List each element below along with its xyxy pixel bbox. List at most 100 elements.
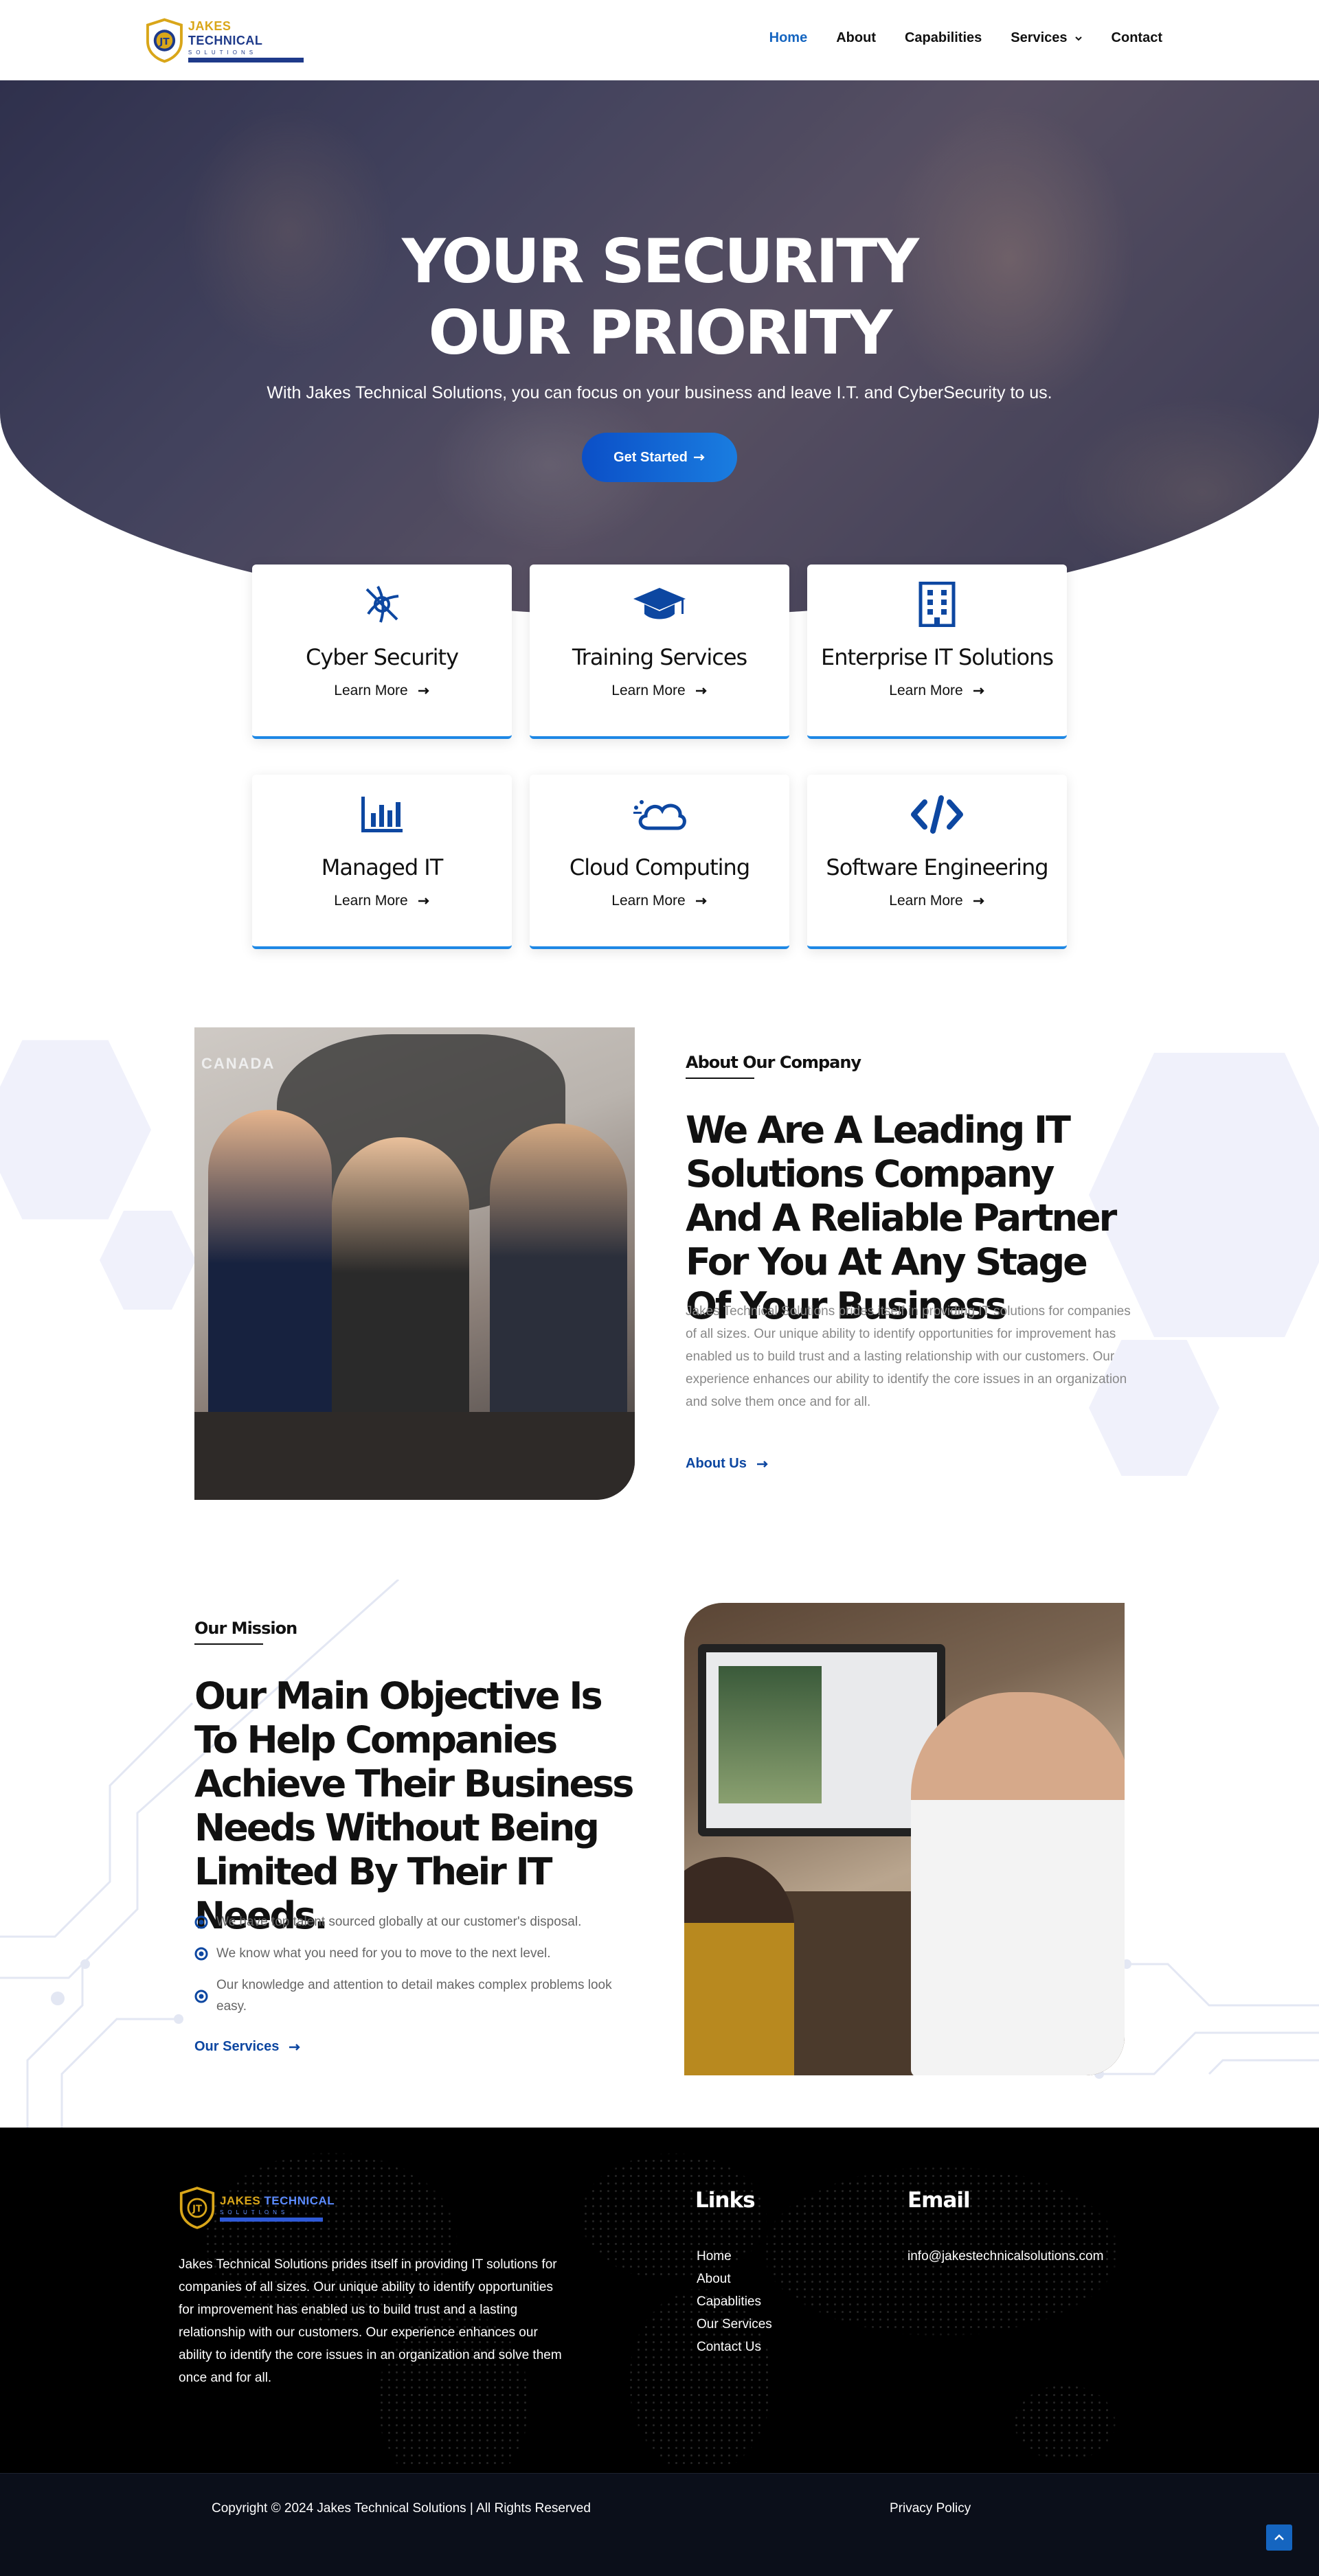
arrow-right-icon [289, 2043, 301, 2051]
copyright-text: Copyright © 2024 Jakes Technical Solutio… [212, 2501, 591, 2516]
footer-link-capabilities[interactable]: Capablities [697, 2290, 772, 2313]
logo-tagline: SOLUTIONS [188, 49, 258, 56]
hero-section: YOUR SECURITY OUR PRIORITY With Jakes Te… [0, 80, 1319, 616]
service-title: Cyber Security [305, 644, 459, 670]
service-title: Managed IT [321, 854, 444, 880]
mission-bullet: Our knowledge and attention to detail ma… [194, 1974, 641, 2017]
mission-bullet-text: We know what you need for you to move to… [216, 1946, 551, 1961]
logo-bar [188, 57, 304, 62]
footer-link-contact[interactable]: Contact Us [697, 2336, 772, 2358]
person-left [684, 1857, 794, 2075]
table [194, 1412, 635, 1500]
footer-link-home[interactable]: Home [697, 2245, 772, 2268]
chevron-up-icon [1274, 2534, 1284, 2540]
hero-title-line-2: OUR PRIORITY [428, 297, 893, 368]
mission-bullet-text: Our knowledge and attention to detail ma… [216, 1978, 612, 2014]
about-eyebrow: About Our Company [686, 1053, 861, 1079]
learn-more-label: Learn More [334, 893, 408, 909]
footer-email-heading: Email [907, 2188, 971, 2213]
service-card-cyber-security[interactable]: Cyber Security Learn More [252, 565, 512, 739]
cyber-icon [354, 577, 409, 632]
arrow-right-icon [418, 898, 429, 904]
site-footer: JT JAKES TECHNICAL SOLUTIONS Jakes Techn… [0, 2128, 1319, 2473]
arrow-right-icon [973, 898, 984, 904]
shield-logo-icon: JT [179, 2187, 215, 2229]
get-started-button[interactable]: Get Started [582, 433, 737, 482]
mission-office-photo [684, 1603, 1125, 2075]
learn-more-label: Learn More [334, 683, 408, 698]
nav-services-label: Services [1011, 30, 1068, 45]
about-us-label: About Us [686, 1456, 747, 1471]
learn-more-label: Learn More [889, 893, 963, 909]
learn-more-link[interactable]: Learn More [889, 683, 984, 699]
arrow-right-icon [756, 1460, 768, 1468]
learn-more-link[interactable]: Learn More [889, 893, 984, 909]
our-services-label: Our Services [194, 2039, 280, 2054]
service-card-software[interactable]: Software Engineering Learn More [807, 775, 1067, 949]
computer-monitor [698, 1644, 945, 1836]
mission-eyebrow: Our Mission [194, 1619, 297, 1645]
person-right [911, 1692, 1125, 2075]
map-label: CANADA [201, 1055, 275, 1072]
footer-logo[interactable]: JT JAKES TECHNICAL SOLUTIONS [179, 2187, 335, 2229]
logo-tagline: SOLUTIONS [220, 2209, 289, 2215]
arrow-right-icon [973, 687, 984, 694]
hero-title-line-1: YOUR SECURITY [401, 226, 919, 297]
logo-word-2: TECHNICAL [188, 33, 263, 47]
nav-services[interactable]: Services [1011, 30, 1082, 46]
our-services-link[interactable]: Our Services [194, 2039, 301, 2055]
arrow-right-icon [695, 898, 707, 904]
arrow-right-icon [693, 454, 705, 461]
footer-email-link[interactable]: info@jakestechnicalsolutions.com [907, 2245, 1103, 2268]
footer-links: Home About Capablities Our Services Cont… [697, 2245, 772, 2358]
hero-title: YOUR SECURITY OUR PRIORITY [0, 226, 1319, 369]
main-nav: Home About Capabilities Services Contact [741, 30, 1162, 46]
about-heading: We Are A Leading IT Solutions Company An… [686, 1108, 1117, 1327]
building-icon [910, 577, 965, 632]
nav-home[interactable]: Home [769, 30, 808, 46]
learn-more-link[interactable]: Learn More [334, 683, 429, 699]
site-header: JT JAKES TECHNICAL SOLUTIONS Home About … [0, 0, 1319, 80]
learn-more-label: Learn More [611, 683, 686, 698]
about-team-photo: CANADA [194, 1027, 635, 1500]
arrow-right-icon [418, 687, 429, 694]
learn-more-link[interactable]: Learn More [334, 893, 429, 909]
svg-text:JT: JT [192, 2204, 202, 2215]
logo-word-1: JAKES [188, 19, 232, 33]
nav-capabilities[interactable]: Capabilities [905, 30, 982, 46]
logo-bar [220, 2218, 323, 2222]
mission-heading: Our Main Objective Is To Help Companies … [194, 1674, 634, 1937]
service-card-enterprise[interactable]: Enterprise IT Solutions Learn More [807, 565, 1067, 739]
privacy-policy-link[interactable]: Privacy Policy [890, 2501, 971, 2516]
service-title: Enterprise IT Solutions [821, 644, 1054, 670]
code-icon [910, 787, 965, 842]
mission-bullet: We have top talent sourced globally at o… [194, 1911, 641, 1933]
service-title: Software Engineering [826, 854, 1048, 880]
service-card-training[interactable]: Training Services Learn More [530, 565, 789, 739]
footer-link-about[interactable]: About [697, 2268, 772, 2290]
footer-links-heading: Links [695, 2188, 756, 2213]
nav-about[interactable]: About [836, 30, 876, 46]
about-body: Jakes Technical Solutions prides itself … [686, 1304, 1131, 1409]
bullet-dot-icon [194, 1915, 208, 1929]
arrow-right-icon [695, 687, 707, 694]
graduation-cap-icon [632, 577, 687, 632]
svg-text:JT: JT [159, 36, 170, 47]
logo-word-2: TECHNICAL [264, 2194, 335, 2207]
learn-more-link[interactable]: Learn More [611, 683, 707, 699]
nav-contact[interactable]: Contact [1112, 30, 1162, 46]
service-title: Cloud Computing [569, 854, 750, 880]
learn-more-label: Learn More [611, 893, 686, 909]
service-card-cloud[interactable]: Cloud Computing Learn More [530, 775, 789, 949]
logo-word-1: JAKES [220, 2194, 261, 2207]
decorative-hexagon [0, 1040, 151, 1220]
copyright-bar: Copyright © 2024 Jakes Technical Solutio… [0, 2473, 1319, 2576]
service-title: Training Services [572, 644, 747, 670]
footer-link-services[interactable]: Our Services [697, 2313, 772, 2336]
about-us-link[interactable]: About Us [686, 1456, 769, 1472]
footer-about-text: Jakes Technical Solutions prides itself … [179, 2257, 562, 2385]
learn-more-link[interactable]: Learn More [611, 893, 707, 909]
scroll-to-top-button[interactable] [1266, 2524, 1292, 2551]
service-card-managed-it[interactable]: Managed IT Learn More [252, 775, 512, 949]
site-logo[interactable]: JT JAKES TECHNICAL SOLUTIONS [145, 18, 307, 63]
